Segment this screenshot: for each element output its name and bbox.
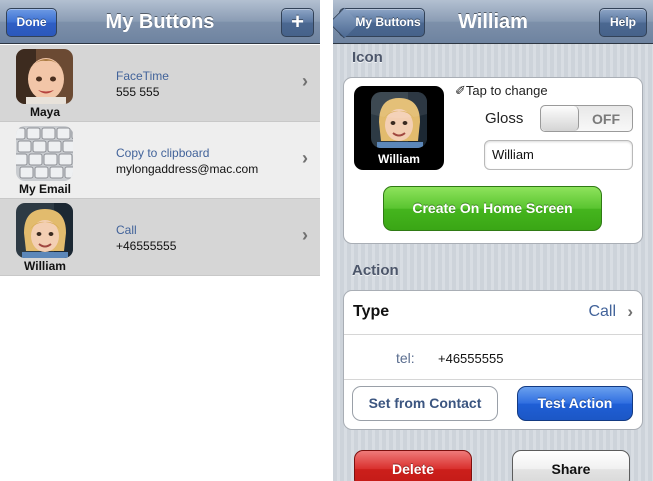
list-item[interactable]: My Email Copy to clipboard mylongaddress… [0,122,320,199]
list-item[interactable]: William Call +46555555 › [0,199,320,276]
chevron-right-icon: › [627,302,633,321]
add-button[interactable]: + [281,8,314,37]
icon-preview[interactable]: William [354,86,444,170]
navigation-bar: William My Buttons Help [333,0,653,44]
action-section-label: Action [352,262,399,279]
my-buttons-screen: My Buttons Done + Maya FaceTime 555 555 … [0,0,320,481]
tel-key-label: tel: [396,350,415,366]
icon-settings-group: William ✐Tap to change Gloss OFF William… [343,77,643,244]
help-button[interactable]: Help [599,8,647,37]
chevron-right-icon: › [302,71,308,91]
toggle-knob [541,106,579,131]
tel-value-field[interactable]: +46555555 [438,351,503,366]
action-settings-group: Type Call › tel: +46555555 Set from Cont… [343,290,643,430]
gloss-label: Gloss [485,110,524,127]
boy-photo-icon [16,203,73,258]
type-key-label: Type [353,303,390,320]
row-detail-label: +46555555 [116,239,177,253]
thumb-caption: William [24,259,66,273]
gloss-toggle[interactable]: OFF [540,105,633,132]
test-action-button[interactable]: Test Action [517,386,633,421]
tel-row[interactable]: tel: +46555555 [344,336,642,380]
list-item[interactable]: Maya FaceTime 555 555 › [0,45,320,122]
thumb-caption: My Email [18,182,72,196]
set-from-contact-button[interactable]: Set from Contact [352,386,498,421]
tap-to-change-hint: ✐Tap to change [455,83,548,98]
chevron-right-icon: › [302,225,308,245]
row-detail-label: 555 555 [116,85,160,99]
baby-photo-icon [16,49,73,104]
icon-name-field[interactable]: William [484,140,633,170]
chevron-right-icon: › [302,148,308,168]
row-action-label: FaceTime [116,69,169,83]
row-action-label: Copy to clipboard [116,146,210,160]
button-list: Maya FaceTime 555 555 › My Email Copy to… [0,45,320,276]
screen-divider [320,0,333,481]
icon-caption: William [378,152,420,166]
boy-photo-icon [371,92,427,148]
create-on-home-screen-button[interactable]: Create On Home Screen [383,186,602,231]
toggle-state-label: OFF [592,111,620,127]
type-value: Call [588,303,616,320]
done-button[interactable]: Done [6,8,57,37]
delete-button[interactable]: Delete [354,450,472,481]
back-button[interactable]: My Buttons [339,8,425,37]
row-action-label: Call [116,223,137,237]
keyboard-photo-icon [16,126,73,181]
row-detail-label: mylongaddress@mac.com [116,162,259,176]
type-row[interactable]: Type Call › [344,291,642,335]
icon-section-label: Icon [352,49,383,66]
button-editor-screen: William My Buttons Help Icon William ✐Ta… [333,0,653,481]
thumb-caption: Maya [29,105,61,119]
navigation-bar: My Buttons Done + [0,0,320,44]
share-button[interactable]: Share [512,450,630,481]
